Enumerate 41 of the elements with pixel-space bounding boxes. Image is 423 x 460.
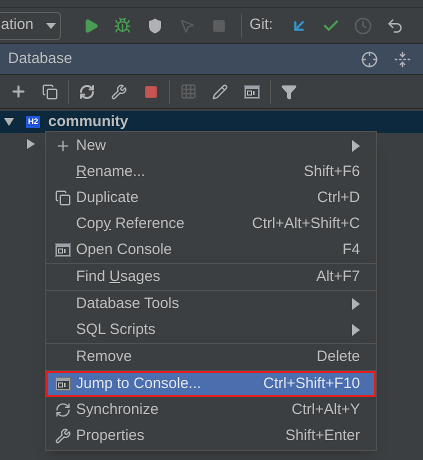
menu-item[interactable]: Copy Reference Ctrl+Alt+Shift+C [46, 211, 376, 237]
panel-title: Database [8, 48, 74, 69]
menu-item[interactable]: Duplicate Ctrl+D [46, 185, 376, 211]
copy-icon [55, 190, 71, 206]
shield-run-icon[interactable] [146, 18, 163, 34]
h2-badge: H2 [26, 116, 40, 128]
menu-item[interactable]: SQL Scripts [46, 317, 376, 343]
menu-item[interactable]: Properties Shift+Enter [46, 423, 376, 449]
collapse-icon[interactable] [394, 50, 411, 68]
menu-item[interactable]: Database Tools [46, 291, 376, 317]
expand-arrow-icon[interactable] [4, 117, 14, 127]
bug-icon[interactable] [114, 17, 132, 34]
menu-item[interactable]: Synchronize Ctrl+Alt+Y [46, 397, 376, 423]
plus-icon [55, 138, 71, 154]
tree-node-name: community [48, 112, 128, 132]
menu-item[interactable]: New [46, 133, 376, 159]
pencil-icon[interactable] [212, 84, 228, 100]
crosshair-icon[interactable] [361, 50, 378, 68]
menu-item[interactable]: Find Usages Alt+F7 [46, 264, 376, 290]
console-icon [55, 377, 71, 391]
caret-icon [46, 22, 56, 28]
console-icon [55, 243, 71, 257]
menu-item[interactable]: Remove Delete [46, 344, 376, 370]
menu-item[interactable]: Open Console F4 [46, 237, 376, 263]
menu-item[interactable]: Rename... Shift+F6 [46, 159, 376, 185]
menu-item[interactable]: Jump to Console... Ctrl+Shift+F10 [46, 371, 376, 397]
run-icon[interactable] [82, 18, 99, 34]
refresh-icon [55, 402, 71, 418]
git-label: Git: [250, 15, 273, 36]
tree-row[interactable]: H2 community [0, 111, 423, 133]
add-icon[interactable] [10, 83, 26, 100]
expand-arrow-icon[interactable] [26, 139, 36, 149]
refresh-icon[interactable] [79, 84, 95, 100]
console-icon [244, 84, 260, 98]
copy-icon[interactable] [42, 84, 58, 100]
run-config-dropdown[interactable]: ation [0, 12, 61, 40]
stop-icon[interactable] [144, 84, 158, 98]
wrench-icon[interactable] [111, 84, 127, 100]
filter-icon[interactable] [281, 84, 297, 100]
wrench-icon [55, 428, 71, 444]
undo-icon[interactable] [386, 16, 404, 34]
